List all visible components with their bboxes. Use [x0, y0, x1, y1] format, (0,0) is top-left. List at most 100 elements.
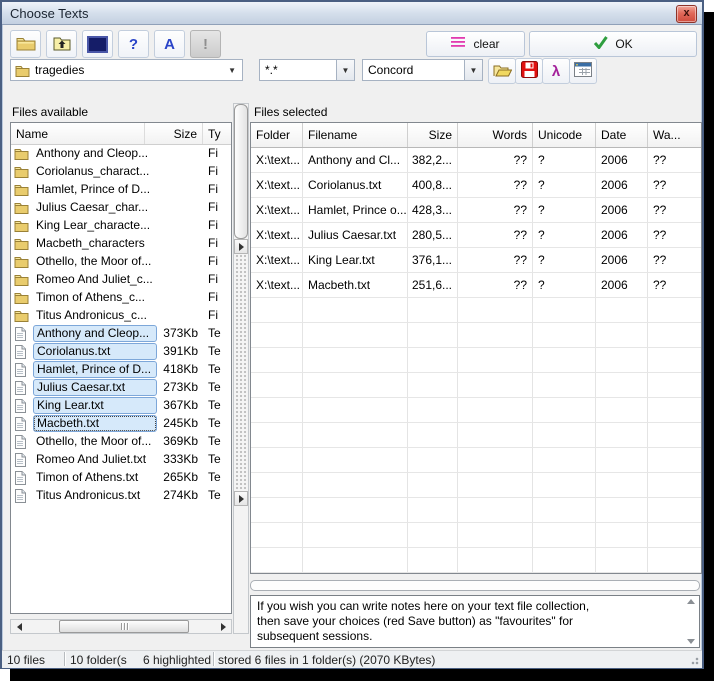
list-item-folder[interactable]: Timon of Athens_c... Fi [11, 289, 231, 307]
folder-icon [14, 309, 29, 323]
tool-combo-arrow[interactable]: ▼ [464, 60, 482, 80]
scrollbar-track[interactable] [235, 254, 247, 491]
scroll-button-icon[interactable] [234, 239, 248, 254]
list-item-file[interactable]: Othello, the Moor of...369KbTe [11, 433, 231, 451]
choose-texts-dialog: Choose Texts x ? A ! clear OK [0, 0, 704, 669]
cell-date: 2006 [596, 248, 648, 272]
choose-folder-button[interactable] [10, 30, 41, 58]
window-grid-button[interactable] [569, 58, 597, 84]
cell-folder: X:\text... [251, 148, 303, 172]
table-row-empty [251, 548, 701, 573]
list-item-folder[interactable]: Hamlet, Prince of D...Fi [11, 181, 231, 199]
list-item-file[interactable]: Anthony and Cleop...373KbTe [11, 325, 231, 343]
column-header-size[interactable]: Size [408, 123, 458, 147]
cell-unicode: ? [533, 273, 596, 297]
scroll-button-icon[interactable] [234, 491, 248, 506]
item-name: Titus Andronicus.txt [33, 487, 157, 503]
cell-words: ?? [458, 248, 533, 272]
document-icon [14, 381, 29, 395]
table-row-empty [251, 373, 701, 398]
column-header-date[interactable]: Date [596, 123, 648, 147]
list-item-folder[interactable]: Macbeth_charactersFi [11, 235, 231, 253]
list-item-folder[interactable]: Titus Andronicus_c...Fi [11, 307, 231, 325]
horizontal-scrollbar[interactable] [10, 619, 232, 634]
window-grid-icon [574, 62, 592, 80]
pattern-combo-arrow[interactable]: ▼ [336, 60, 354, 80]
notes-scrollbar[interactable] [684, 597, 698, 646]
folder-icon [11, 64, 30, 77]
pattern-combo-value: *.* [260, 63, 336, 77]
folder-icon [14, 147, 29, 161]
table-row-empty [251, 448, 701, 473]
vertical-scrollbar[interactable] [233, 103, 249, 634]
list-item-folder[interactable]: Julius Caesar_char...Fi [11, 199, 231, 217]
column-header-words[interactable]: Words [458, 123, 533, 147]
item-name: Timon of Athens_c... [33, 289, 157, 305]
pattern-combo[interactable]: *.* ▼ [259, 59, 355, 81]
open-favourites-button[interactable] [488, 58, 516, 84]
lambda-button[interactable]: λ [542, 58, 570, 84]
table-row[interactable]: X:\text...King Lear.txt376,1...???2006?? [251, 248, 701, 273]
column-header-warnings[interactable]: Wa... [648, 123, 701, 147]
column-header-filename[interactable]: Filename [303, 123, 408, 147]
column-header-unicode[interactable]: Unicode [533, 123, 596, 147]
list-item-file[interactable]: King Lear.txt367KbTe [11, 397, 231, 415]
close-icon: x [683, 7, 689, 19]
list-item-file[interactable]: Timon of Athens.txt265KbTe [11, 469, 231, 487]
table-row[interactable]: X:\text...Macbeth.txt251,6...???2006?? [251, 273, 701, 298]
close-button[interactable]: x [676, 5, 697, 23]
list-item-folder[interactable]: Romeo And Juliet_c...Fi [11, 271, 231, 289]
table-row[interactable]: X:\text...Coriolanus.txt400,8...???2006?… [251, 173, 701, 198]
notes-textarea[interactable]: If you wish you can write notes here on … [250, 595, 700, 648]
list-item-file[interactable]: Titus Andronicus.txt274KbTe [11, 487, 231, 505]
cell-filename: Coriolanus.txt [303, 173, 408, 197]
scrollbar-thumb[interactable] [59, 620, 189, 633]
folder-up-button[interactable] [46, 30, 77, 58]
list-item-folder[interactable]: Coriolanus_charact...Fi [11, 163, 231, 181]
list-item-file[interactable]: Julius Caesar.txt273KbTe [11, 379, 231, 397]
table-row-empty [251, 423, 701, 448]
folder-combo[interactable]: tragedies ▼ [10, 59, 243, 81]
save-favourites-button[interactable] [515, 58, 543, 84]
list-item-file[interactable]: Hamlet, Prince of D...418KbTe [11, 361, 231, 379]
table-row[interactable]: X:\text...Julius Caesar.txt280,5...???20… [251, 223, 701, 248]
item-type: Fi [208, 290, 218, 304]
scrollbar-thumb[interactable] [234, 104, 248, 239]
help-button[interactable]: ? [118, 30, 149, 58]
list-item-file[interactable]: Romeo And Juliet.txt333KbTe [11, 451, 231, 469]
closed-folder-icon [16, 35, 36, 54]
titlebar[interactable]: Choose Texts [2, 2, 702, 25]
cell-warning: ?? [648, 223, 701, 247]
screen-button[interactable] [82, 30, 113, 58]
cell-words: ?? [458, 223, 533, 247]
item-size: 391Kb [146, 344, 198, 358]
files-selected-header: Folder Filename Size Words Unicode Date … [251, 123, 701, 148]
clear-button[interactable]: clear [426, 31, 525, 57]
ok-button[interactable]: OK [529, 31, 697, 57]
resize-grip[interactable] [689, 655, 699, 665]
scroll-down-icon[interactable] [687, 639, 695, 644]
table-row-empty [251, 523, 701, 548]
cell-warning: ?? [648, 198, 701, 222]
column-header-type[interactable]: Ty [203, 123, 231, 144]
scroll-left-icon[interactable] [11, 620, 27, 633]
column-header-folder[interactable]: Folder [251, 123, 303, 147]
column-header-name[interactable]: Name [11, 123, 145, 144]
column-header-size[interactable]: Size [145, 123, 203, 144]
cell-warning: ?? [648, 173, 701, 197]
list-item-folder[interactable]: Anthony and Cleop...Fi [11, 145, 231, 163]
table-row[interactable]: X:\text...Anthony and Cl...382,2...???20… [251, 148, 701, 173]
list-item-folder[interactable]: Othello, the Moor of...Fi [11, 253, 231, 271]
cell-folder: X:\text... [251, 248, 303, 272]
list-item-file[interactable]: Coriolanus.txt391KbTe [11, 343, 231, 361]
table-row[interactable]: X:\text...Hamlet, Prince o...428,3...???… [251, 198, 701, 223]
list-item-file[interactable]: Macbeth.txt245KbTe [11, 415, 231, 433]
table-row-empty [251, 398, 701, 423]
scroll-right-icon[interactable] [215, 620, 231, 633]
scroll-up-icon[interactable] [687, 599, 695, 604]
folder-up-icon [52, 35, 72, 54]
tool-combo[interactable]: Concord ▼ [362, 59, 483, 81]
font-button[interactable]: A [154, 30, 185, 58]
folder-combo-value: tragedies [30, 63, 222, 77]
list-item-folder[interactable]: King Lear_characte...Fi [11, 217, 231, 235]
